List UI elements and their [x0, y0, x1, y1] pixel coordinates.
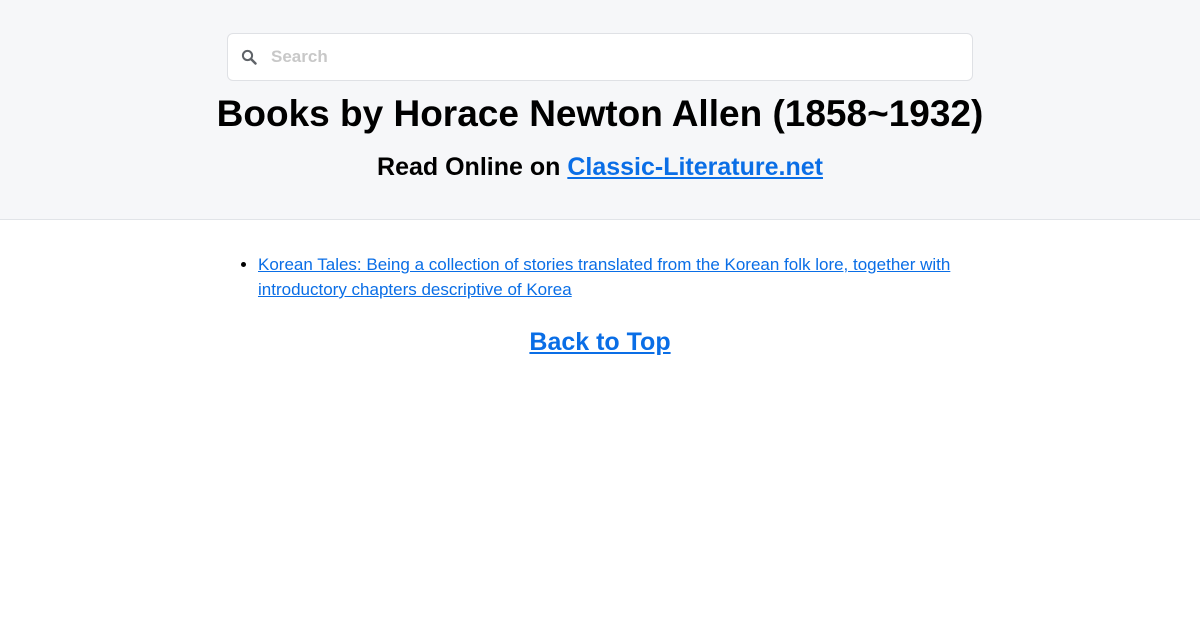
list-item: Korean Tales: Being a collection of stor…	[258, 252, 973, 302]
subtitle-prefix: Read Online on	[377, 153, 568, 181]
search-box[interactable]	[227, 33, 973, 81]
page-title: Books by Horace Newton Allen (1858~1932)	[216, 93, 984, 134]
main-content: Korean Tales: Being a collection of stor…	[227, 220, 973, 357]
page-header: Books by Horace Newton Allen (1858~1932)…	[0, 0, 1200, 220]
book-link[interactable]: Korean Tales: Being a collection of stor…	[258, 255, 950, 299]
back-to-top-container: Back to Top	[227, 328, 973, 357]
site-link[interactable]: Classic-Literature.net	[567, 153, 823, 181]
back-to-top-link[interactable]: Back to Top	[529, 328, 670, 356]
search-icon	[241, 49, 257, 65]
page-subtitle: Read Online on Classic-Literature.net	[0, 151, 1200, 183]
book-list: Korean Tales: Being a collection of stor…	[227, 252, 973, 302]
search-input[interactable]	[271, 47, 951, 67]
